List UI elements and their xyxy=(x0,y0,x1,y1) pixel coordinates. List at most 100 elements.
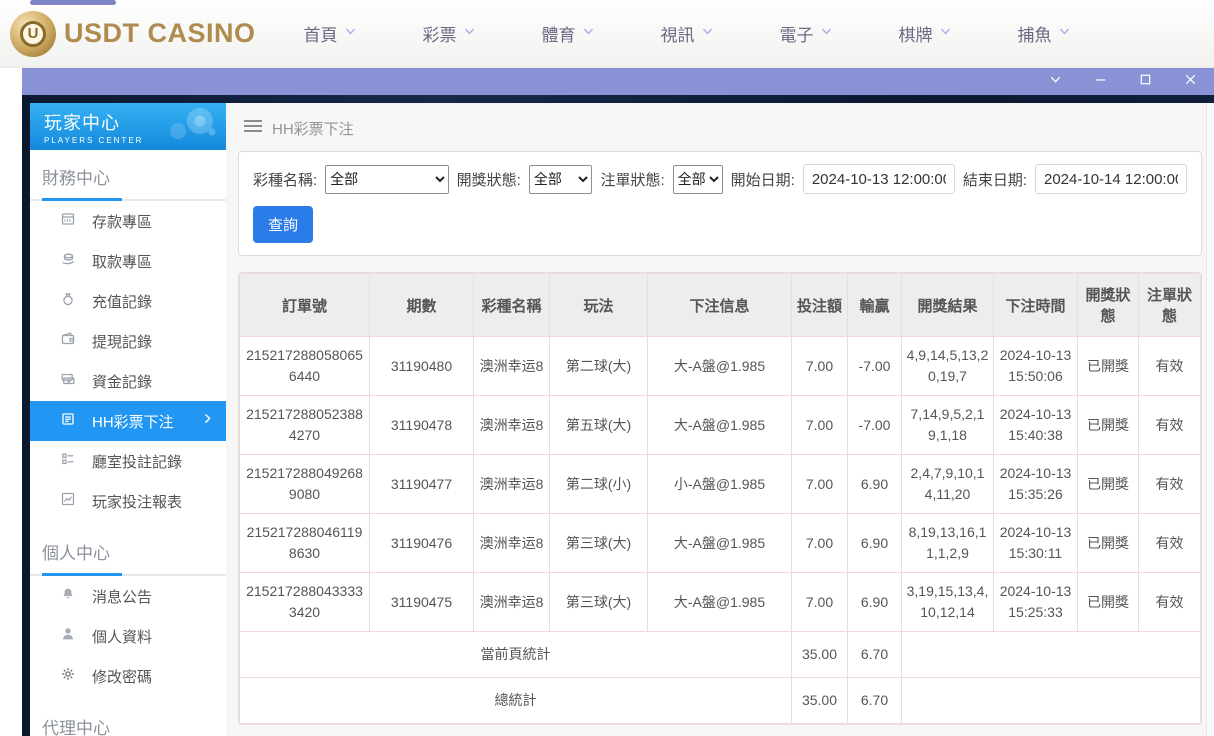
table-cell: 2024-10-13 15:35:26 xyxy=(994,455,1078,514)
chevron-down-icon xyxy=(1048,72,1063,92)
sidebar-item-label: 資金記錄 xyxy=(92,371,152,392)
chevron-down-icon xyxy=(582,25,595,43)
page-summary-winloss: 6.70 xyxy=(848,632,902,678)
table-header-row: 訂單號期數彩種名稱玩法下注信息投注額輸贏開獎結果下注時間開獎狀態注單狀態 xyxy=(240,274,1201,337)
column-header: 投注額 xyxy=(792,274,848,337)
gold-ball-icon: U xyxy=(10,11,56,57)
sidebar-section-title: 財務中心 xyxy=(30,160,226,199)
table-cell: 有效 xyxy=(1139,396,1201,455)
sidebar-item-0-3[interactable]: 提現記錄 xyxy=(30,321,226,361)
table-cell: 已開獎 xyxy=(1078,573,1139,632)
total-summary-label: 總統計 xyxy=(240,678,792,724)
table-cell: 小-A盤@1.985 xyxy=(648,455,792,514)
column-header: 玩法 xyxy=(550,274,648,337)
list-icon xyxy=(60,411,76,432)
brand-name: USDT CASINO xyxy=(64,18,256,49)
column-header: 下注時間 xyxy=(994,274,1078,337)
nav-item-label: 彩票 xyxy=(423,21,457,46)
table-cell: 7,14,9,5,2,19,1,18 xyxy=(902,396,994,455)
table-row[interactable]: 215217288046119863031190476澳洲幸运8第三球(大)大-… xyxy=(240,514,1201,573)
sidebar-item-0-4[interactable]: 資金記錄 xyxy=(30,361,226,401)
end-date-input[interactable] xyxy=(1035,164,1187,194)
table-cell: 大-A盤@1.985 xyxy=(648,514,792,573)
page-summary-empty xyxy=(902,632,1201,678)
sidebar-sections: 財務中心存款專區取款專區充值記錄提現記錄資金記錄 HH彩票下注廳室投註記錄玩家投注… xyxy=(30,150,226,736)
window-close-button[interactable] xyxy=(1183,72,1198,92)
order-status-select[interactable]: 全部 xyxy=(673,165,723,194)
table-cell: 第二球(大) xyxy=(550,337,648,396)
sidebar-item-0-5[interactable]: HH彩票下注 xyxy=(30,401,226,441)
app-content: 玩家中心 PLAYERS CENTER 財務中心存款專區取款專區充值記錄提現記錄… xyxy=(30,103,1214,736)
brand-logo[interactable]: U USDT CASINO xyxy=(10,11,256,57)
table-cell: 大-A盤@1.985 xyxy=(648,573,792,632)
sidebar-item-label: HH彩票下注 xyxy=(92,411,174,432)
sidebar-item-0-0[interactable]: 存款專區 xyxy=(30,201,226,241)
start-date-input[interactable] xyxy=(803,164,955,194)
table-cell: 第五球(大) xyxy=(550,396,648,455)
sidebar-item-label: 提現記錄 xyxy=(92,331,152,352)
sidebar-item-0-2[interactable]: 充值記錄 xyxy=(30,281,226,321)
money-bag-icon xyxy=(60,291,76,312)
window-minimize-button[interactable] xyxy=(1093,72,1108,92)
search-button[interactable]: 查詢 xyxy=(253,206,313,243)
order-status-label: 注單狀態: xyxy=(600,169,664,190)
nav-item-0[interactable]: 首頁 xyxy=(304,21,357,46)
nav-item-4[interactable]: 電子 xyxy=(780,21,833,46)
table-cell: 31190477 xyxy=(370,455,474,514)
window-chevron-button[interactable] xyxy=(1048,72,1063,92)
page-summary-row: 當前頁統計35.006.70 xyxy=(240,632,1201,678)
banknotes-icon xyxy=(60,371,76,392)
sidebar-header: 玩家中心 PLAYERS CENTER xyxy=(30,103,226,150)
lottery-name-label: 彩種名稱: xyxy=(253,169,317,190)
bets-table: 訂單號期數彩種名稱玩法下注信息投注額輸贏開獎結果下注時間開獎狀態注單狀態2152… xyxy=(239,273,1201,724)
nav-item-2[interactable]: 體育 xyxy=(542,21,595,46)
table-cell: 6.90 xyxy=(848,514,902,573)
window-maximize-button[interactable] xyxy=(1138,72,1153,92)
draw-status-select[interactable]: 全部 xyxy=(529,165,593,194)
table-cell: 7.00 xyxy=(792,514,848,573)
table-cell: 大-A盤@1.985 xyxy=(648,396,792,455)
table-cell: 4,9,14,5,13,20,19,7 xyxy=(902,337,994,396)
chevron-down-icon xyxy=(344,25,357,43)
table-cell: 2152172880461198630 xyxy=(240,514,370,573)
table-cell: 7.00 xyxy=(792,455,848,514)
sidebar-item-1-0[interactable]: 消息公告 xyxy=(30,576,226,616)
table-cell: 2024-10-13 15:30:11 xyxy=(994,514,1078,573)
table-cell: -7.00 xyxy=(848,396,902,455)
sidebar-item-0-1[interactable]: 取款專區 xyxy=(30,241,226,281)
table-row[interactable]: 215217288052388427031190478澳洲幸运8第五球(大)大-… xyxy=(240,396,1201,455)
table-row[interactable]: 215217288058065644031190480澳洲幸运8第二球(大)大-… xyxy=(240,337,1201,396)
nav-item-6[interactable]: 捕魚 xyxy=(1018,21,1071,46)
table-cell: 第三球(大) xyxy=(550,573,648,632)
hamburger-icon[interactable] xyxy=(244,119,262,138)
sidebar-item-1-2[interactable]: 修改密碼 xyxy=(30,656,226,696)
sidebar-item-label: 消息公告 xyxy=(92,586,152,607)
chart-icon xyxy=(60,491,76,512)
table-cell: 2024-10-13 15:40:38 xyxy=(994,396,1078,455)
table-cell: 有效 xyxy=(1139,337,1201,396)
nav-item-label: 棋牌 xyxy=(899,21,933,46)
table-cell: 已開獎 xyxy=(1078,455,1139,514)
scrollbar-gutter xyxy=(1206,103,1214,736)
table-cell: 澳洲幸运8 xyxy=(474,573,550,632)
table-cell: 有效 xyxy=(1139,455,1201,514)
minimize-icon xyxy=(1093,72,1108,92)
nav-item-5[interactable]: 棋牌 xyxy=(899,21,952,46)
nav-item-1[interactable]: 彩票 xyxy=(423,21,476,46)
table-row[interactable]: 215217288043333342031190475澳洲幸运8第三球(大)大-… xyxy=(240,573,1201,632)
chevron-down-icon xyxy=(701,25,714,43)
sidebar-item-1-1[interactable]: 個人資料 xyxy=(30,616,226,656)
nav-item-3[interactable]: 視訊 xyxy=(661,21,714,46)
chevron-down-icon xyxy=(463,25,476,43)
page-summary-bet: 35.00 xyxy=(792,632,848,678)
table-cell: 澳洲幸运8 xyxy=(474,396,550,455)
lottery-name-select[interactable]: 全部 xyxy=(325,165,449,194)
sidebar-item-0-7[interactable]: 玩家投注報表 xyxy=(30,481,226,521)
sidebar-item-0-6[interactable]: 廳室投註記錄 xyxy=(30,441,226,481)
table-cell: 2024-10-13 15:50:06 xyxy=(994,337,1078,396)
total-summary-empty xyxy=(902,678,1201,724)
start-date-label: 開始日期: xyxy=(731,169,795,190)
table-row[interactable]: 215217288049268908031190477澳洲幸运8第二球(小)小-… xyxy=(240,455,1201,514)
nav-item-label: 首頁 xyxy=(304,21,338,46)
breadcrumb: HH彩票下注 xyxy=(238,111,1202,145)
